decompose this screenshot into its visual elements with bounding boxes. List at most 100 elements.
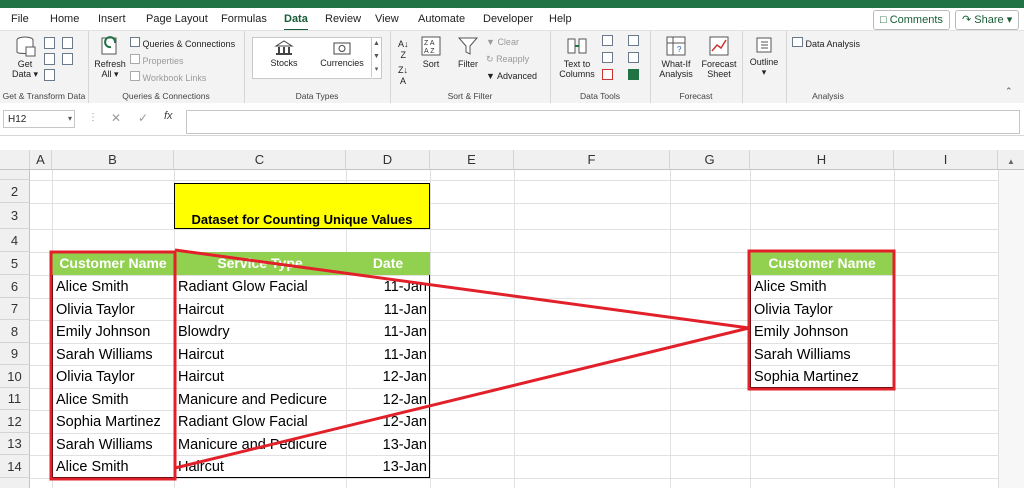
tab-file[interactable]: File (11, 10, 29, 28)
cell-customer[interactable]: Olivia Taylor (52, 298, 135, 320)
cell-customer[interactable]: Alice Smith (52, 455, 129, 478)
unique-name-cell[interactable]: Olivia Taylor (750, 298, 833, 320)
cell-date[interactable]: 12-Jan (346, 365, 430, 388)
gallery-scroll[interactable]: ▲ ▼ ▾ (371, 37, 381, 77)
collapse-ribbon-icon[interactable]: ⌃ (1005, 86, 1013, 97)
cell-service[interactable]: Manicure and Pedicure (174, 388, 327, 410)
cell-service[interactable]: Haircut (174, 365, 224, 388)
row-header-14[interactable]: 14 (0, 455, 30, 478)
row-header-10[interactable]: 10 (0, 365, 30, 388)
row-header-6[interactable]: 6 (0, 275, 30, 298)
consolidate-icon[interactable] (628, 35, 639, 48)
cell-date[interactable]: 13-Jan (346, 433, 430, 455)
data-validation-icon[interactable] (602, 69, 613, 82)
col-header-c[interactable]: C (174, 150, 346, 170)
unique-name-cell[interactable]: Sophia Martinez (750, 365, 859, 388)
enter-icon[interactable]: ✓ (138, 111, 148, 125)
relationships-icon[interactable] (628, 52, 639, 65)
forecast-sheet-button[interactable]: Forecast Sheet (700, 35, 738, 79)
currencies-button[interactable]: Currencies (316, 40, 368, 68)
from-table-icon[interactable] (44, 53, 55, 67)
cell-customer[interactable]: Emily Johnson (52, 320, 150, 343)
cell-customer[interactable]: Alice Smith (52, 388, 129, 410)
properties-button[interactable]: Properties (130, 54, 184, 66)
header-date[interactable]: Date (346, 252, 430, 275)
reapply-button[interactable]: ↻ Reapply (486, 54, 529, 64)
name-box-dropdown-icon[interactable]: ▾ (68, 114, 72, 123)
cell-date[interactable]: 11-Jan (346, 320, 430, 343)
row-header-13[interactable]: 13 (0, 433, 30, 455)
cell-date[interactable]: 11-Jan (346, 275, 430, 298)
col-header-i[interactable]: I (894, 150, 998, 170)
cell-date[interactable]: 11-Jan (346, 343, 430, 365)
from-text-icon[interactable] (44, 37, 55, 51)
sort-za-button[interactable]: Z↓ A (398, 65, 408, 87)
cell-customer[interactable]: Sarah Williams (52, 433, 153, 455)
cell-customer[interactable]: Sarah Williams (52, 343, 153, 365)
flash-fill-icon[interactable] (602, 35, 613, 48)
select-all-corner[interactable] (0, 150, 30, 170)
recent-sources-icon[interactable] (62, 53, 73, 67)
row-header-2[interactable]: 2 (0, 180, 30, 203)
queries-connections-button[interactable]: Queries & Connections (130, 37, 235, 49)
unique-name-cell[interactable]: Alice Smith (750, 275, 827, 298)
comments-button[interactable]: □ Comments (873, 10, 950, 30)
tab-help[interactable]: Help (549, 10, 572, 28)
col-header-a[interactable]: A (30, 150, 52, 170)
cell-customer[interactable]: Olivia Taylor (52, 365, 135, 388)
tab-formulas[interactable]: Formulas (221, 10, 267, 28)
scrollbar-track[interactable] (998, 170, 1024, 488)
tab-view[interactable]: View (375, 10, 399, 28)
refresh-all-button[interactable]: Refresh All ▾ (92, 35, 128, 79)
row-header-4[interactable]: 4 (0, 229, 30, 252)
scroll-up-icon[interactable]: ▲ (1007, 157, 1015, 166)
unique-name-cell[interactable]: Emily Johnson (750, 320, 848, 343)
row-header-7[interactable]: 7 (0, 298, 30, 320)
existing-connections-icon[interactable] (44, 69, 55, 83)
row-header-3[interactable]: 3 (0, 203, 30, 229)
tab-page-layout[interactable]: Page Layout (146, 10, 208, 28)
cell-service[interactable]: Haircut (174, 298, 224, 320)
from-web-icon[interactable] (62, 37, 73, 51)
formula-input[interactable] (186, 110, 1020, 134)
advanced-button[interactable]: ▼ Advanced (486, 71, 537, 81)
tab-developer[interactable]: Developer (483, 10, 533, 28)
row-header-11[interactable]: 11 (0, 388, 30, 410)
col-header-b[interactable]: B (52, 150, 174, 170)
col-header-g[interactable]: G (670, 150, 750, 170)
cell-date[interactable]: 13-Jan (346, 455, 430, 478)
cell-service[interactable]: Blowdry (174, 320, 230, 343)
unique-name-cell[interactable]: Sarah Williams (750, 343, 851, 365)
filter-button[interactable]: Filter (454, 35, 482, 69)
row-header-15[interactable] (0, 478, 30, 488)
text-to-columns-button[interactable]: Text to Columns (556, 35, 598, 79)
row-header-5[interactable]: 5 (0, 252, 30, 275)
cell-service[interactable]: Haircut (174, 455, 224, 478)
clear-button[interactable]: ▼ Clear (486, 37, 519, 47)
row-header-1[interactable] (0, 170, 30, 180)
tab-insert[interactable]: Insert (98, 10, 126, 28)
stocks-button[interactable]: Stocks (262, 40, 306, 68)
col-header-f[interactable]: F (514, 150, 670, 170)
cell-service[interactable]: Radiant Glow Facial (174, 275, 308, 298)
col-header-d[interactable]: D (346, 150, 430, 170)
cell-date[interactable]: 12-Jan (346, 410, 430, 433)
tab-automate[interactable]: Automate (418, 10, 465, 28)
cell-date[interactable]: 11-Jan (346, 298, 430, 320)
sort-button[interactable]: Z AA Z Sort (418, 35, 444, 69)
cell-customer[interactable]: Sophia Martinez (52, 410, 161, 433)
row-header-12[interactable]: 12 (0, 410, 30, 433)
row-header-8[interactable]: 8 (0, 320, 30, 343)
name-box[interactable]: H12 (3, 110, 75, 128)
col-header-h[interactable]: H (750, 150, 894, 170)
cell-service[interactable]: Radiant Glow Facial (174, 410, 308, 433)
insert-function-icon[interactable]: fx (164, 110, 173, 122)
header-unique-customer-name[interactable]: Customer Name (750, 252, 894, 275)
sort-az-button[interactable]: A↓ Z (398, 39, 409, 61)
cell-service[interactable]: Haircut (174, 343, 224, 365)
dataset-title[interactable]: Dataset for Counting Unique Values (174, 183, 430, 229)
data-analysis-button[interactable]: Data Analysis (792, 37, 860, 49)
remove-duplicates-icon[interactable] (602, 52, 613, 65)
cell-date[interactable]: 12-Jan (346, 388, 430, 410)
header-customer-name[interactable]: Customer Name (52, 252, 174, 275)
